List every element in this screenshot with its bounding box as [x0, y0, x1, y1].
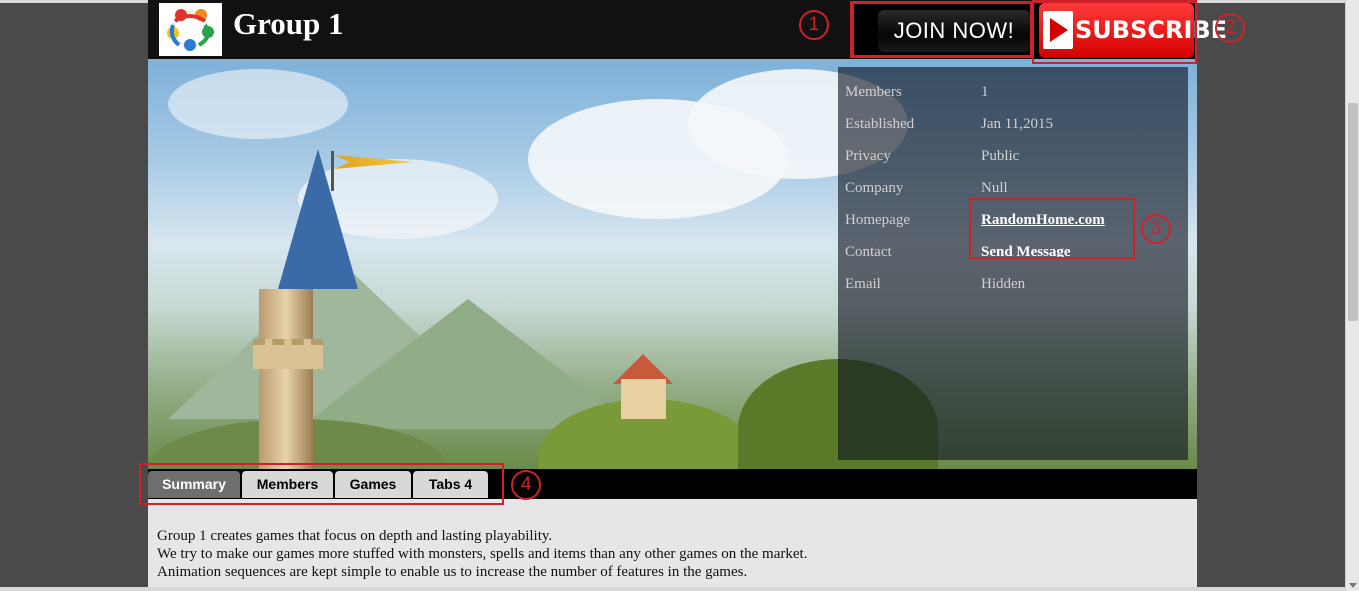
page-background: Group 1 JOIN NOW! SUBSCRIBE Members 1 Es… [0, 0, 1359, 591]
annotation-number: 4 [511, 470, 541, 500]
info-key: Company [845, 180, 904, 196]
info-value: Public [981, 148, 1020, 164]
horizontal-scrollbar[interactable] [0, 587, 1345, 591]
flag-pole [331, 151, 334, 191]
info-value: Null [981, 180, 1008, 196]
annotation-box-subscribe [1032, 1, 1197, 64]
info-key: Privacy [845, 148, 891, 164]
annotation-number: 1 [799, 10, 829, 40]
info-value: 1 [981, 84, 989, 100]
info-key: Contact [845, 244, 892, 260]
scroll-down-icon[interactable] [1349, 583, 1357, 588]
annotation-box-tabs [139, 463, 504, 505]
page-title: Group 1 [233, 6, 344, 41]
annotation-number: 2 [1215, 13, 1245, 43]
annotation-box-join [850, 1, 1033, 58]
info-key: Established [845, 116, 915, 132]
cloud [168, 69, 348, 139]
info-key: Homepage [845, 212, 910, 228]
summary-content: Group 1 creates games that focus on dept… [148, 499, 1197, 591]
castle-tower [259, 289, 313, 469]
info-key: Email [845, 276, 881, 292]
info-key: Members [845, 84, 902, 100]
group-info-panel: Members 1 Established Jan 11,2015 Privac… [838, 67, 1188, 460]
scrollbar-thumb[interactable] [1348, 103, 1358, 321]
hero-banner: Members 1 Established Jan 11,2015 Privac… [148, 59, 1197, 469]
info-value: Jan 11,2015 [981, 116, 1053, 132]
vertical-scrollbar[interactable] [1345, 0, 1359, 591]
people-circle-icon [167, 9, 214, 51]
info-value: Hidden [981, 276, 1026, 292]
summary-line: Animation sequences are kept simple to e… [157, 564, 748, 580]
house [621, 379, 666, 419]
annotation-number: 3 [1141, 214, 1171, 244]
tower-roof [278, 149, 358, 289]
summary-line: Group 1 creates games that focus on dept… [157, 528, 553, 544]
annotation-box-links [969, 198, 1135, 259]
summary-line: We try to make our games more stuffed wi… [157, 546, 808, 562]
tower-battlement [253, 339, 323, 369]
group-logo [159, 3, 222, 56]
